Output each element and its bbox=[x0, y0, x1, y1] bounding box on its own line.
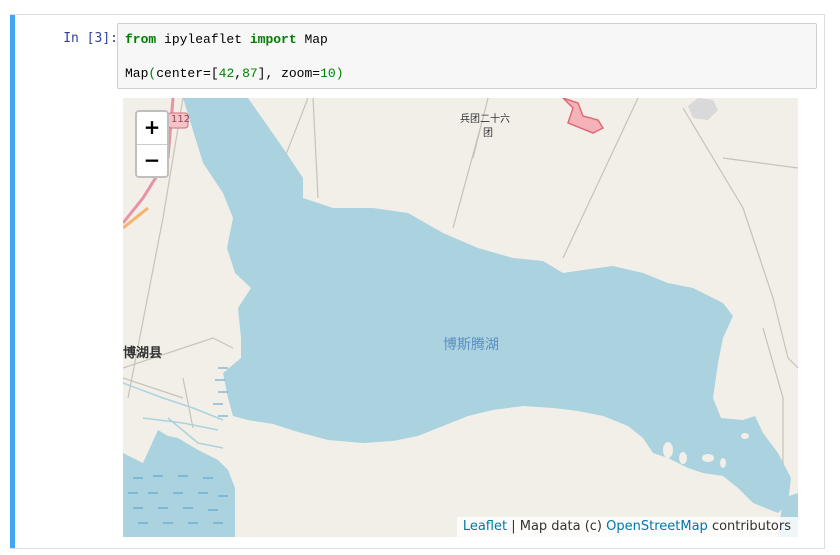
code-line-2: Map(center=[42,87], zoom=10) bbox=[125, 66, 344, 81]
attribution-suffix: contributors bbox=[707, 519, 791, 534]
county-label: 博湖县 bbox=[123, 346, 163, 361]
map-tiles bbox=[123, 98, 798, 537]
code-line-1: from ipyleaflet import Map bbox=[125, 32, 328, 47]
input-prompt: In [3]: bbox=[63, 31, 118, 46]
restricted-area bbox=[562, 98, 605, 134]
built-area bbox=[688, 98, 718, 120]
module-name: ipyleaflet bbox=[156, 32, 250, 47]
zoom-control: + − bbox=[135, 110, 169, 178]
close-paren: ) bbox=[335, 66, 344, 81]
attribution-separator: | Map data (c) bbox=[507, 519, 607, 534]
arg-center: center=[ bbox=[156, 66, 219, 81]
map-attribution: Leaflet | Map data (c) OpenStreetMap con… bbox=[456, 517, 798, 537]
zoom-in-button[interactable]: + bbox=[137, 112, 167, 144]
osm-link[interactable]: OpenStreetMap bbox=[606, 519, 708, 534]
comma: , bbox=[234, 66, 243, 81]
keyword-from: from bbox=[125, 32, 157, 47]
zoom-value: 10 bbox=[320, 66, 336, 81]
leaflet-map[interactable]: 112 兵团二十六 团 博斯腾湖 博湖县 + − Leaflet | Map d… bbox=[123, 98, 798, 537]
call-func: Map bbox=[125, 66, 149, 81]
lake-bosten bbox=[183, 98, 791, 513]
lake-label: 博斯腾湖 bbox=[443, 337, 499, 353]
arg-zoom: ], zoom= bbox=[257, 66, 321, 81]
southwest-lake bbox=[123, 430, 235, 537]
lat-value: 42 bbox=[218, 66, 235, 81]
import-name: Map bbox=[296, 32, 328, 47]
keyword-import: import bbox=[249, 32, 297, 47]
code-input[interactable]: from ipyleaflet import Map Map(center=[4… bbox=[117, 23, 817, 89]
lon-value: 87 bbox=[242, 66, 258, 81]
zoom-out-button[interactable]: − bbox=[137, 144, 167, 176]
notebook-cell[interactable]: In [3]: from ipyleaflet import Map Map(c… bbox=[10, 14, 825, 549]
leaflet-link[interactable]: Leaflet bbox=[463, 519, 507, 534]
road-shield-label: 112 bbox=[171, 114, 191, 125]
village-label: 兵团二十六 bbox=[460, 114, 510, 125]
cell-selection-bar bbox=[10, 15, 15, 548]
village-label-suffix: 团 bbox=[483, 128, 493, 139]
